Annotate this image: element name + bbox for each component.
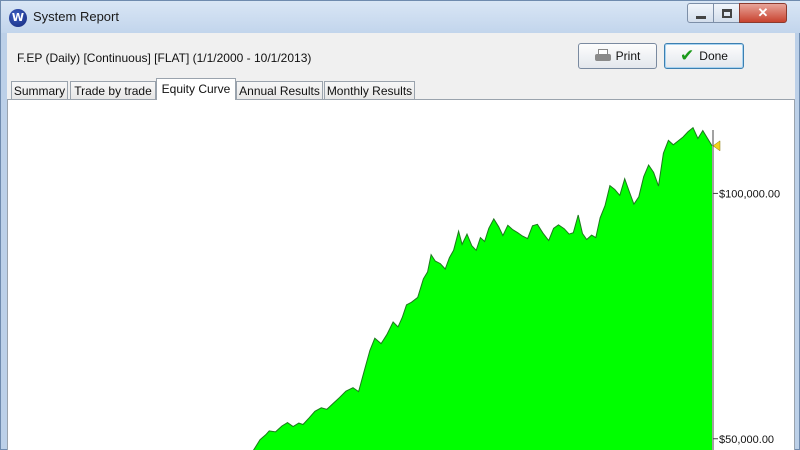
printer-icon bbox=[594, 49, 611, 63]
tab-equity-curve[interactable]: Equity Curve bbox=[156, 78, 236, 100]
report-description: F.EP (Daily) [Continuous] [FLAT] (1/1/20… bbox=[17, 51, 312, 65]
done-button-label: Done bbox=[699, 49, 728, 63]
maximize-button[interactable] bbox=[713, 3, 740, 23]
y-tick-label: $50,000.00 bbox=[719, 434, 774, 446]
tab-annual-results[interactable]: Annual Results bbox=[236, 81, 323, 100]
y-tick-label: $100,000.00 bbox=[719, 188, 780, 200]
maximize-icon bbox=[721, 8, 732, 18]
window-title: System Report bbox=[33, 9, 119, 24]
done-button[interactable]: ✔ Done bbox=[664, 43, 744, 69]
app-logo-icon: W bbox=[9, 9, 27, 27]
system-report-window: W System Report ✕ F.EP (Daily) [Continuo… bbox=[0, 0, 800, 450]
checkmark-icon: ✔ bbox=[680, 45, 695, 66]
last-value-marker bbox=[712, 140, 721, 152]
tab-monthly-results[interactable]: Monthly Results bbox=[324, 81, 415, 100]
print-button[interactable]: Print bbox=[578, 43, 657, 69]
equity-curve-plot: $100,000.00 $50,000.00 bbox=[252, 126, 780, 450]
equity-curve-chart: $100,000.00 $50,000.00 bbox=[7, 99, 795, 450]
tab-trade-by-trade[interactable]: Trade by trade bbox=[70, 81, 156, 100]
print-button-label: Print bbox=[615, 49, 641, 63]
minimize-icon bbox=[695, 15, 706, 19]
tab-summary[interactable]: Summary bbox=[11, 81, 68, 100]
title-bar[interactable]: W System Report ✕ bbox=[1, 1, 800, 33]
minimize-button[interactable] bbox=[687, 3, 714, 23]
close-button[interactable]: ✕ bbox=[739, 3, 787, 23]
close-icon: ✕ bbox=[757, 5, 769, 20]
equity-area bbox=[253, 127, 712, 450]
